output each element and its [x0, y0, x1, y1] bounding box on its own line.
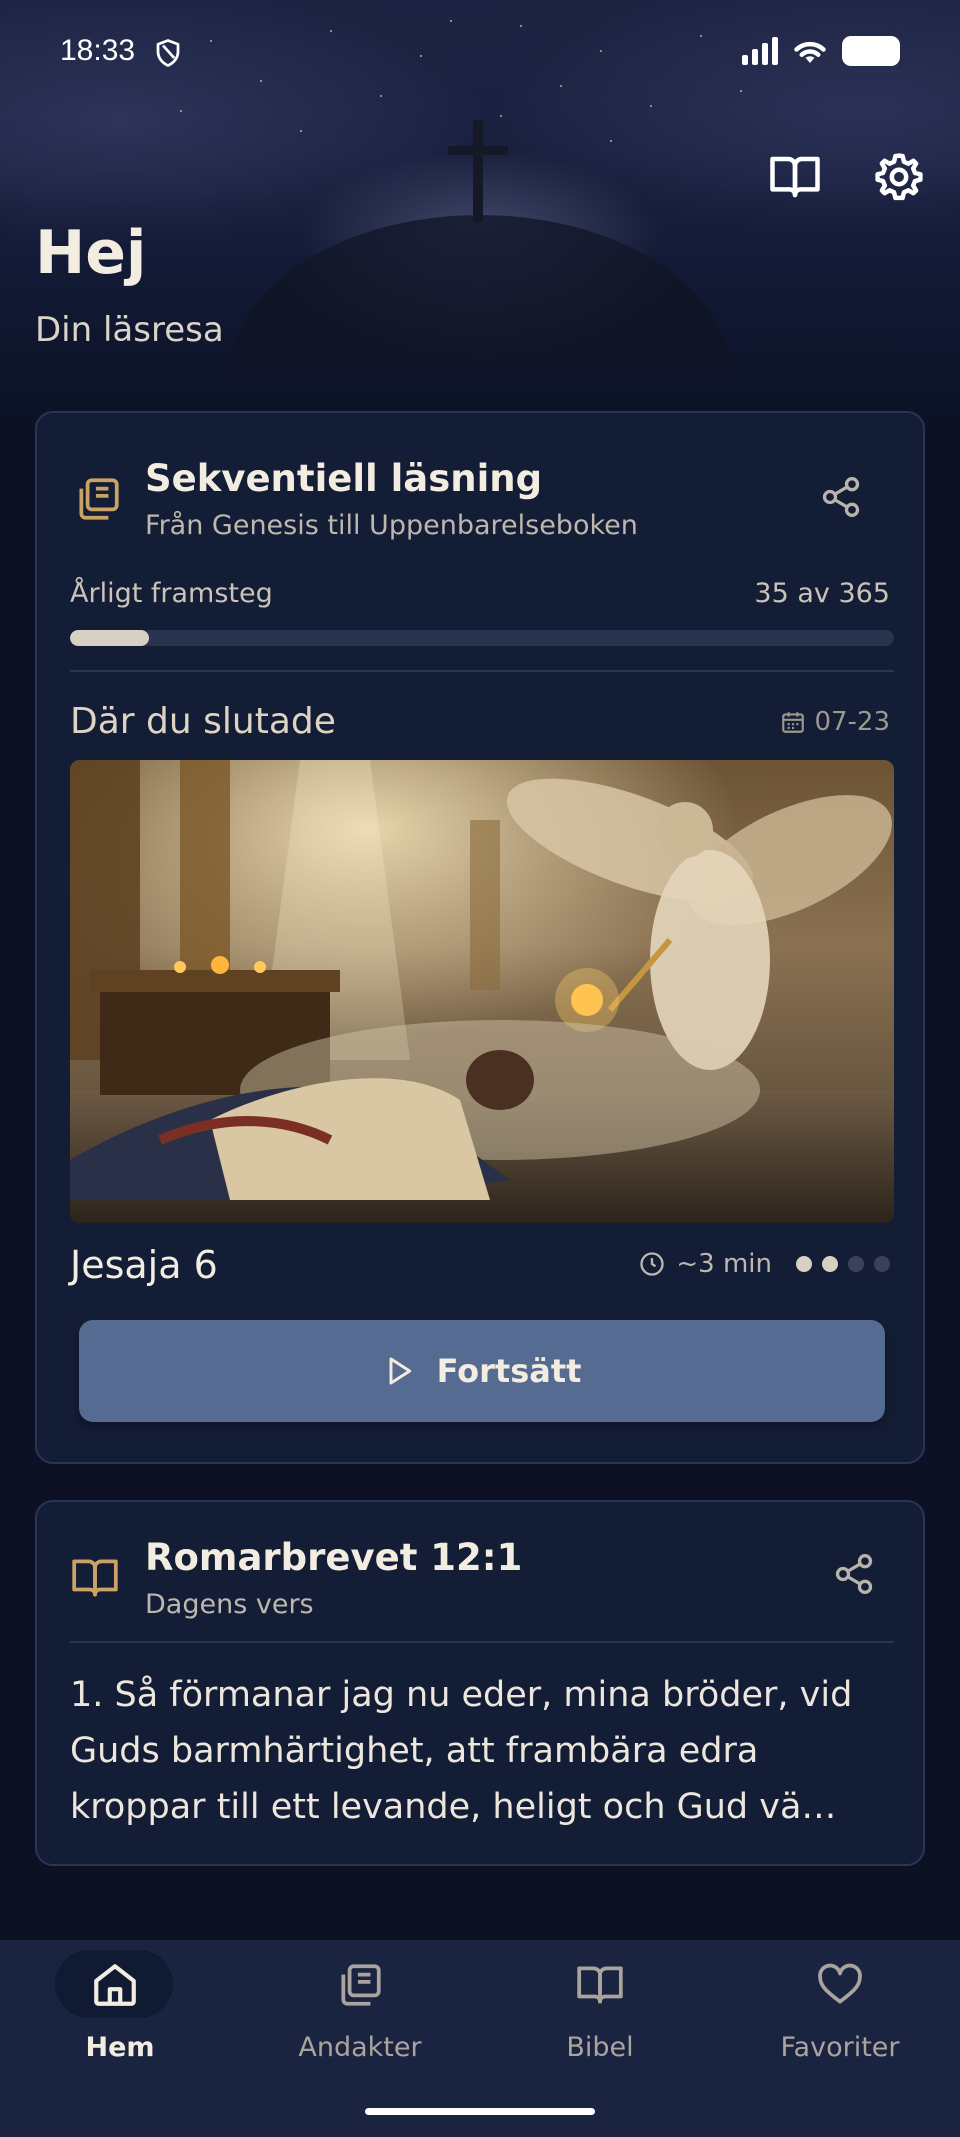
progress-dot — [796, 1256, 812, 1272]
progress-dot — [848, 1256, 864, 1272]
verse-of-the-day-card[interactable]: Romarbrevet 12:1 Dagens vers 1. Så förma… — [35, 1500, 925, 1866]
progress-label: Årligt framsteg — [70, 578, 273, 609]
settings-gear-icon[interactable] — [872, 150, 926, 204]
home-indicator[interactable] — [365, 2108, 595, 2115]
duration-text: ~3 min — [676, 1249, 772, 1279]
status-icons — [742, 36, 900, 66]
nav-item-devotions[interactable]: Andakter — [240, 1940, 480, 2070]
greeting-title: Hej — [35, 218, 147, 288]
date-badge: 07-23 — [780, 707, 890, 737]
status-time: 18:33 — [60, 34, 136, 67]
devotions-icon — [341, 1964, 381, 2006]
verse-reference: Romarbrevet 12:1 — [145, 1536, 523, 1579]
verse-subtitle: Dagens vers — [145, 1589, 314, 1620]
progress-count: 35 av 365 — [754, 578, 890, 609]
nav-label: Bibel — [566, 2032, 634, 2063]
sequential-reading-card[interactable]: Sekventiell läsning Från Genesis till Up… — [35, 411, 925, 1464]
cross-icon — [473, 120, 483, 222]
progress-fill — [70, 630, 150, 646]
card-subtitle: Från Genesis till Uppenbarelseboken — [145, 510, 638, 541]
continue-button-label: Fortsätt — [436, 1352, 582, 1390]
hill — [230, 215, 730, 375]
progress-dot — [874, 1256, 890, 1272]
card-title: Sekventiell läsning — [145, 457, 543, 500]
chapter-illustration[interactable] — [70, 760, 894, 1223]
play-icon — [389, 1357, 411, 1385]
heart-icon — [818, 1963, 862, 2004]
book-open-icon[interactable] — [768, 150, 822, 204]
progress-dot — [822, 1256, 838, 1272]
battery-icon — [842, 36, 900, 66]
share-icon[interactable] — [819, 475, 863, 519]
wifi-icon — [794, 41, 826, 63]
continue-button[interactable]: Fortsätt — [79, 1320, 885, 1422]
chapter-title: Jesaja 6 — [70, 1243, 218, 1287]
calendar-icon — [782, 712, 805, 733]
where-you-left-title: Där du slutade — [70, 701, 336, 742]
greeting-subtitle: Din läsresa — [35, 310, 224, 350]
date-text: 07-23 — [814, 707, 890, 737]
nav-label: Favoriter — [780, 2032, 900, 2063]
nav-label: Andakter — [298, 2032, 422, 2063]
signal-icon — [742, 37, 778, 65]
clock-icon — [640, 1252, 665, 1276]
nav-item-bible[interactable]: Bibel — [480, 1940, 720, 2070]
share-icon[interactable] — [832, 1552, 876, 1596]
stacked-books-icon — [79, 478, 119, 520]
divider — [70, 1641, 894, 1643]
verse-text: 1. Så förmanar jag nu eder, mina bröder,… — [70, 1675, 853, 1827]
chapter-meta: ~3 min — [638, 1249, 890, 1279]
cross-bar — [448, 146, 508, 155]
isaiah-angel-illustration — [70, 760, 894, 1223]
nav-item-favorites[interactable]: Favoriter — [720, 1940, 960, 2070]
book-icon — [72, 1559, 118, 1597]
home-icon — [94, 1964, 136, 2006]
nav-label: Hem — [85, 2032, 155, 2063]
progress-bar — [70, 630, 894, 646]
nav-item-home[interactable]: Hem — [0, 1940, 240, 2070]
shield-icon — [156, 39, 180, 67]
divider — [70, 670, 894, 672]
book-icon — [577, 1966, 623, 2004]
